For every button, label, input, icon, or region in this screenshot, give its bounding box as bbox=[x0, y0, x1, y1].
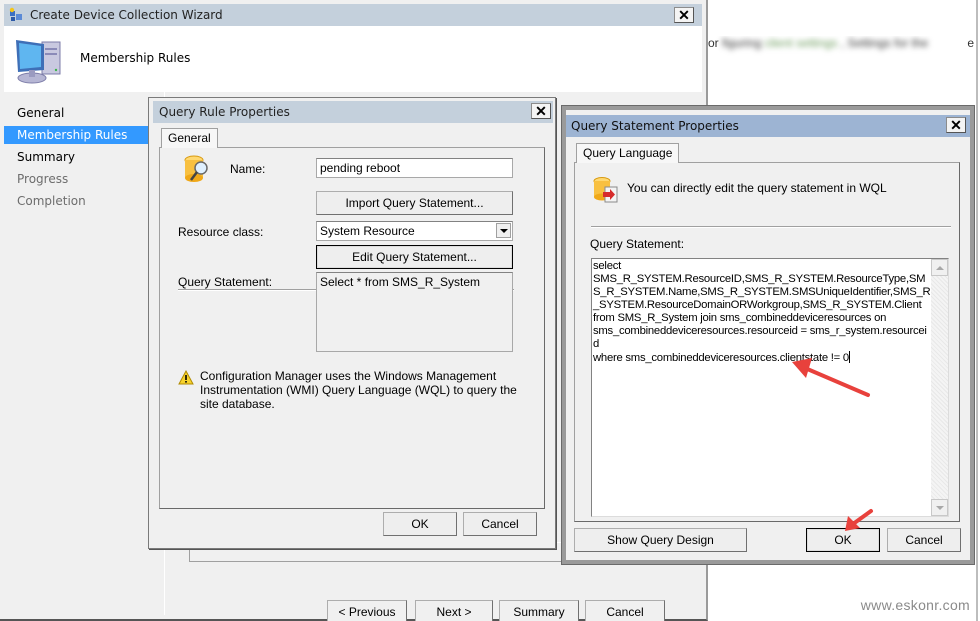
import-query-statement-button[interactable]: Import Query Statement... bbox=[316, 191, 513, 215]
query-text-content: select SMS_R_SYSTEM.ResourceID,SMS_R_SYS… bbox=[593, 260, 931, 364]
wizard-header: Membership Rules bbox=[4, 26, 702, 92]
next-button[interactable]: Next > bbox=[415, 600, 493, 621]
wql-info-text: You can directly edit the query statemen… bbox=[627, 181, 887, 195]
nav-item-completion: Completion bbox=[17, 194, 86, 208]
scroll-up-button[interactable] bbox=[931, 259, 948, 276]
wizard-title: Create Device Collection Wizard bbox=[30, 8, 223, 22]
query-rule-titlebar[interactable]: Query Rule Properties ✕ bbox=[153, 101, 553, 123]
resource-class-label: Resource class: bbox=[178, 225, 264, 239]
close-icon: ✕ bbox=[950, 117, 962, 133]
name-label: Name: bbox=[230, 162, 266, 176]
query-statement-cancel-button[interactable]: Cancel bbox=[887, 528, 961, 552]
page-edge bbox=[976, 0, 978, 621]
query-rule-title: Query Rule Properties bbox=[159, 105, 290, 119]
nav-item-general[interactable]: General bbox=[4, 104, 149, 122]
query-statement-textarea[interactable]: select SMS_R_SYSTEM.ResourceID,SMS_R_SYS… bbox=[591, 258, 949, 517]
wql-warning-text: Configuration Manager uses the Windows M… bbox=[200, 369, 517, 411]
tab-general[interactable]: General bbox=[161, 128, 218, 148]
close-icon: ✕ bbox=[678, 7, 690, 23]
nav-item-membership-rules[interactable]: Membership Rules bbox=[4, 126, 149, 144]
query-database-icon bbox=[184, 155, 208, 182]
tab-query-language[interactable]: Query Language bbox=[576, 143, 680, 163]
query-statement-label: Query Statement: bbox=[178, 275, 273, 289]
close-icon: ✕ bbox=[535, 103, 547, 119]
query-statement-ok-button[interactable]: OK bbox=[806, 528, 880, 552]
query-statement-label: Query Statement: bbox=[590, 237, 685, 251]
wizard-nav: General Membership Rules Summary Progres… bbox=[4, 92, 149, 615]
database-export-icon bbox=[593, 177, 618, 203]
query-statement-close-button[interactable]: ✕ bbox=[946, 117, 966, 133]
query-statement-properties-dialog: Query Statement Properties ✕ Query Langu… bbox=[561, 105, 975, 565]
edit-query-statement-button[interactable]: Edit Query Statement... bbox=[316, 245, 513, 269]
warning-icon bbox=[178, 370, 194, 385]
computer-icon bbox=[16, 40, 61, 84]
previous-button[interactable]: < Previous bbox=[327, 600, 407, 621]
vertical-scrollbar[interactable] bbox=[931, 259, 948, 516]
query-statement-titlebar[interactable]: Query Statement Properties ✕ bbox=[566, 115, 970, 137]
scroll-down-button[interactable] bbox=[931, 499, 948, 516]
name-input[interactable]: pending reboot bbox=[316, 158, 513, 178]
query-language-tab-page: You can directly edit the query statemen… bbox=[574, 162, 960, 522]
general-tab-page: Name: pending reboot Import Query Statem… bbox=[159, 147, 545, 509]
wizard-cancel-button[interactable]: Cancel bbox=[585, 600, 665, 621]
resource-class-select[interactable]: System Resource bbox=[316, 221, 513, 241]
resource-class-value: System Resource bbox=[320, 224, 415, 238]
separator bbox=[591, 226, 951, 228]
text-caret bbox=[848, 351, 850, 363]
show-query-design-button[interactable]: Show Query Design bbox=[574, 528, 747, 552]
query-rule-cancel-button[interactable]: Cancel bbox=[463, 512, 537, 536]
arrow-down-icon bbox=[935, 505, 944, 510]
watermark: www.eskonr.com bbox=[860, 597, 970, 613]
nav-item-progress: Progress bbox=[17, 172, 69, 186]
query-text[interactable]: select SMS_R_SYSTEM.ResourceID,SMS_R_SYS… bbox=[593, 260, 931, 365]
partial-text-right: e bbox=[967, 36, 974, 50]
arrow-up-icon bbox=[935, 265, 944, 270]
query-statement-title: Query Statement Properties bbox=[571, 119, 739, 133]
query-rule-close-button[interactable]: ✕ bbox=[531, 103, 551, 119]
query-statement-readonly: Select * from SMS_R_System bbox=[316, 272, 513, 352]
query-rule-ok-button[interactable]: OK bbox=[383, 512, 457, 536]
query-rule-properties-dialog: Query Rule Properties ✕ General Name: pe… bbox=[148, 97, 556, 549]
partial-text: or bbox=[708, 36, 719, 50]
summary-button[interactable]: Summary bbox=[499, 600, 579, 621]
wizard-close-button[interactable]: ✕ bbox=[674, 7, 694, 23]
nav-item-summary[interactable]: Summary bbox=[4, 148, 149, 166]
chevron-down-icon[interactable] bbox=[496, 223, 511, 238]
wizard-app-icon bbox=[8, 7, 24, 23]
blurred-article-text: or figuring client settings , Settings f… bbox=[708, 36, 974, 50]
wizard-page-heading: Membership Rules bbox=[80, 51, 191, 65]
wizard-titlebar[interactable]: Create Device Collection Wizard ✕ bbox=[4, 4, 702, 26]
